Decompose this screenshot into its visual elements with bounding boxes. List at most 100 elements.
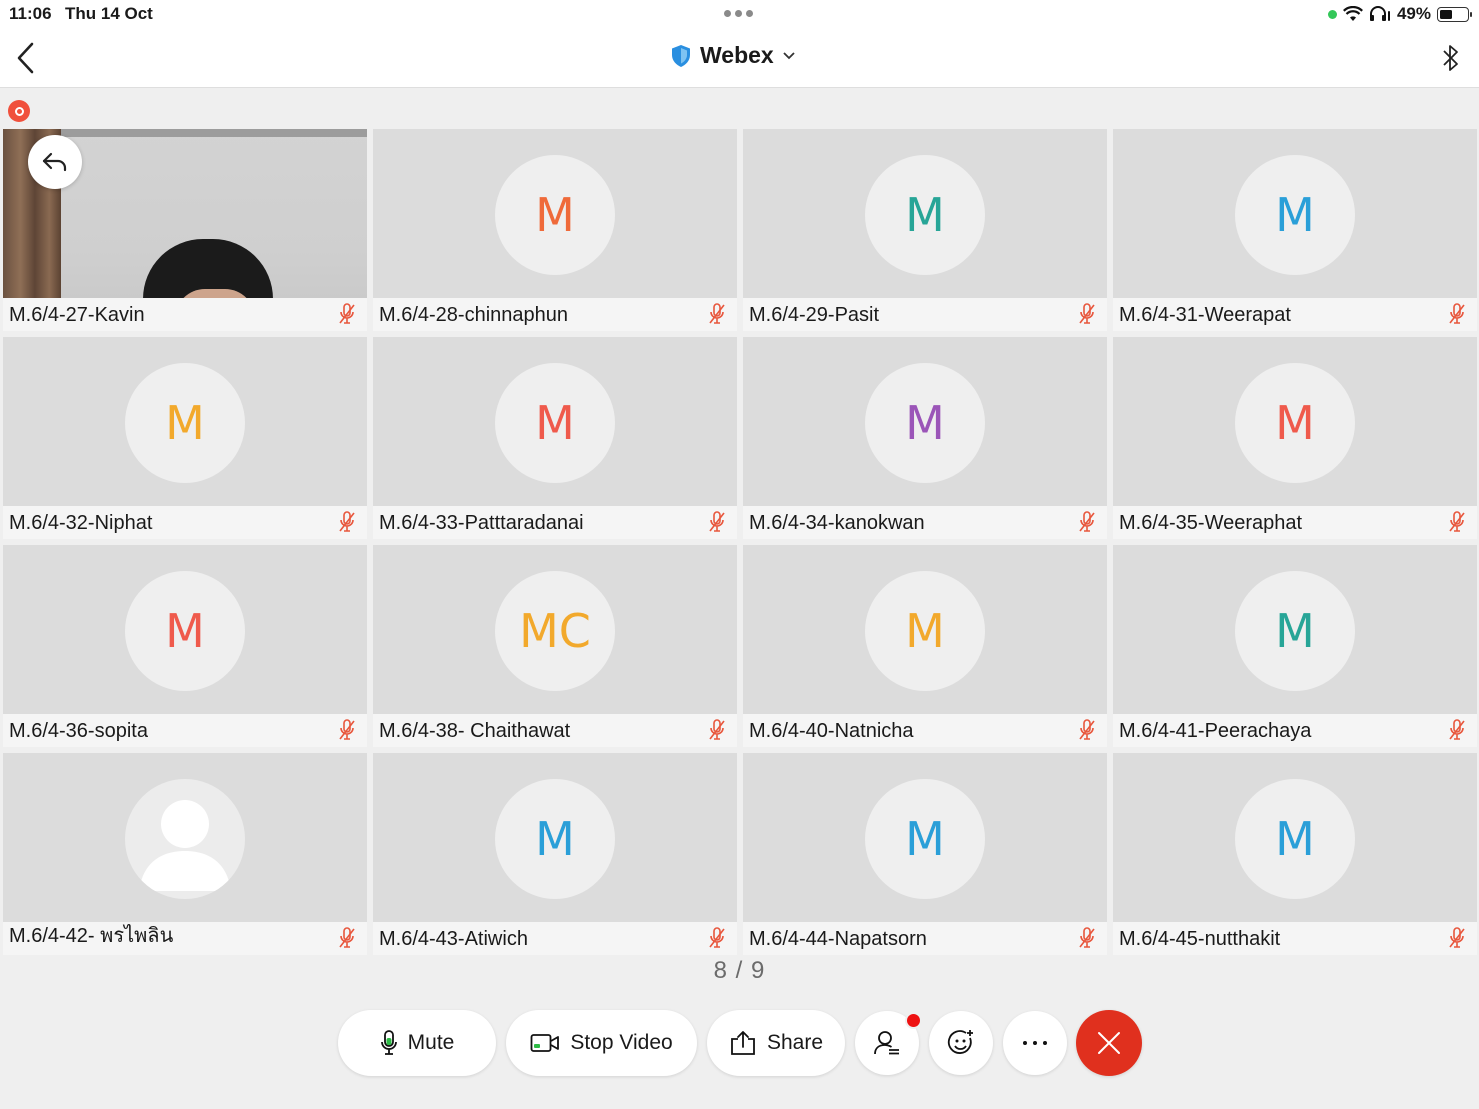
participant-avatar: MC [495,571,615,691]
participant-name: M.6/4-33-Patttaradanai [379,512,584,534]
microphone-icon [380,1030,397,1055]
swap-view-button[interactable] [28,135,82,189]
more-options-button[interactable] [1003,1011,1067,1075]
participant-name: M.6/4-27-Kavin [9,304,145,326]
meeting-title: Webex [700,42,774,68]
reactions-button[interactable] [929,1011,993,1075]
participant-avatar: M [125,571,245,691]
more-dots-icon [1023,1041,1047,1045]
muted-mic-icon [339,927,355,948]
participant-name-bar: M.6/4-34-kanokwan [743,506,1107,539]
participant-tile[interactable]: M M.6/4-41-Peerachaya [1113,545,1477,747]
participants-icon [874,1031,899,1055]
participant-name-bar: M.6/4-32-Niphat [3,506,367,539]
participant-name-bar: M.6/4-44-Napatsorn [743,922,1107,955]
navigation-bar: Webex [0,28,1479,88]
participant-name: M.6/4-34-kanokwan [749,512,925,534]
muted-mic-icon [709,927,725,948]
participant-name: M.6/4-44-Napatsorn [749,928,927,950]
close-icon [1098,1032,1120,1054]
participant-grid: M.6/4-27-Kavin M M.6/4-28-chinnaphun M M.6/… [3,129,1477,955]
multitasking-dots-icon[interactable] [724,10,753,17]
participant-avatar: M [495,363,615,483]
participant-tile[interactable]: M M.6/4-33-Patttaradanai [373,337,737,539]
share-icon [731,1031,755,1055]
participant-avatar: M [495,779,615,899]
muted-mic-icon [1079,511,1095,532]
participant-name: M.6/4-40-Natnicha [749,720,914,742]
muted-mic-icon [1449,511,1465,532]
end-call-button[interactable] [1076,1010,1142,1076]
participant-tile[interactable]: M M.6/4-28-chinnaphun [373,129,737,331]
participant-name-bar: M.6/4-36-sopita [3,714,367,747]
participant-tile[interactable]: M M.6/4-34-kanokwan [743,337,1107,539]
muted-mic-icon [709,719,725,740]
participant-tile[interactable]: M.6/4-27-Kavin [3,129,367,331]
share-label: Share [766,1031,824,1054]
participant-name: M.6/4-42- พรไพลิน [9,925,174,947]
participant-tile[interactable]: M M.6/4-43-Atiwich [373,753,737,955]
emoji-icon [947,1030,973,1054]
shield-icon [672,44,690,67]
status-date: Thu 14 Oct [65,4,153,23]
participant-tile[interactable]: M M.6/4-32-Niphat [3,337,367,539]
muted-mic-icon [709,303,725,324]
participant-tile[interactable]: M M.6/4-40-Natnicha [743,545,1107,747]
status-indicators: 49% [1327,4,1472,24]
participant-name: M.6/4-32-Niphat [9,512,153,534]
muted-mic-icon [709,511,725,532]
participant-name-bar: M.6/4-28-chinnaphun [373,298,737,331]
participant-tile[interactable]: M M.6/4-44-Napatsorn [743,753,1107,955]
participant-avatar: M [865,363,985,483]
back-chevron-icon[interactable] [12,40,42,76]
meeting-title-dropdown[interactable]: Webex [670,42,796,69]
status-bar: 11:06 Thu 14 Oct 49% [0,0,1479,28]
participant-tile[interactable]: M M.6/4-36-sopita [3,545,367,747]
muted-mic-icon [1449,303,1465,324]
status-time: 11:06 [9,4,52,23]
participant-avatar: M [865,155,985,275]
reply-arrow-icon [42,152,67,172]
share-button[interactable]: Share [707,1010,845,1076]
muted-mic-icon [1449,927,1465,948]
participant-name-bar: M.6/4-40-Natnicha [743,714,1107,747]
participant-avatar: M [865,779,985,899]
participant-tile[interactable]: M.6/4-42- พรไพลิน [3,753,367,955]
muted-mic-icon [339,303,355,324]
participant-name-bar: M.6/4-27-Kavin [3,298,367,331]
participant-avatar: M [865,571,985,691]
participant-avatar: M [495,155,615,275]
participant-tile[interactable]: M M.6/4-29-Pasit [743,129,1107,331]
participant-tile[interactable]: M M.6/4-31-Weerapat [1113,129,1477,331]
wifi-icon [1342,6,1363,21]
participant-tile[interactable]: M M.6/4-45-nutthakit [1113,753,1477,955]
participant-name-bar: M.6/4-41-Peerachaya [1113,714,1477,747]
stop-video-label: Stop Video [570,1031,673,1054]
participant-avatar: M [1235,571,1355,691]
muted-mic-icon [1449,719,1465,740]
headphones-icon [1369,6,1390,21]
battery-percent: 49% [1396,4,1431,23]
participant-name-bar: M.6/4-33-Patttaradanai [373,506,737,539]
participant-name-bar: M.6/4-43-Atiwich [373,922,737,955]
bluetooth-icon[interactable] [1439,41,1463,75]
participant-name: M.6/4-36-sopita [9,720,148,742]
meeting-controls: Mute Stop Video Share [0,1010,1479,1076]
muted-mic-icon [1079,719,1095,740]
participant-avatar: M [125,363,245,483]
participant-name: M.6/4-29-Pasit [749,304,880,326]
participant-avatar: M [1235,155,1355,275]
participant-tile[interactable]: MC M.6/4-38- Chaithawat [373,545,737,747]
participant-name-bar: M.6/4-35-Weeraphat [1113,506,1477,539]
participant-avatar: M [1235,779,1355,899]
participant-name-bar: M.6/4-31-Weerapat [1113,298,1477,331]
default-avatar-icon [125,779,245,899]
battery-icon [1437,6,1472,22]
mute-button[interactable]: Mute [338,1010,496,1076]
recording-indicator-icon [8,100,30,122]
participant-name-bar: M.6/4-45-nutthakit [1113,922,1477,955]
participant-name: M.6/4-38- Chaithawat [379,720,571,742]
participant-tile[interactable]: M M.6/4-35-Weeraphat [1113,337,1477,539]
stop-video-button[interactable]: Stop Video [506,1010,697,1076]
participants-button[interactable] [855,1011,922,1075]
